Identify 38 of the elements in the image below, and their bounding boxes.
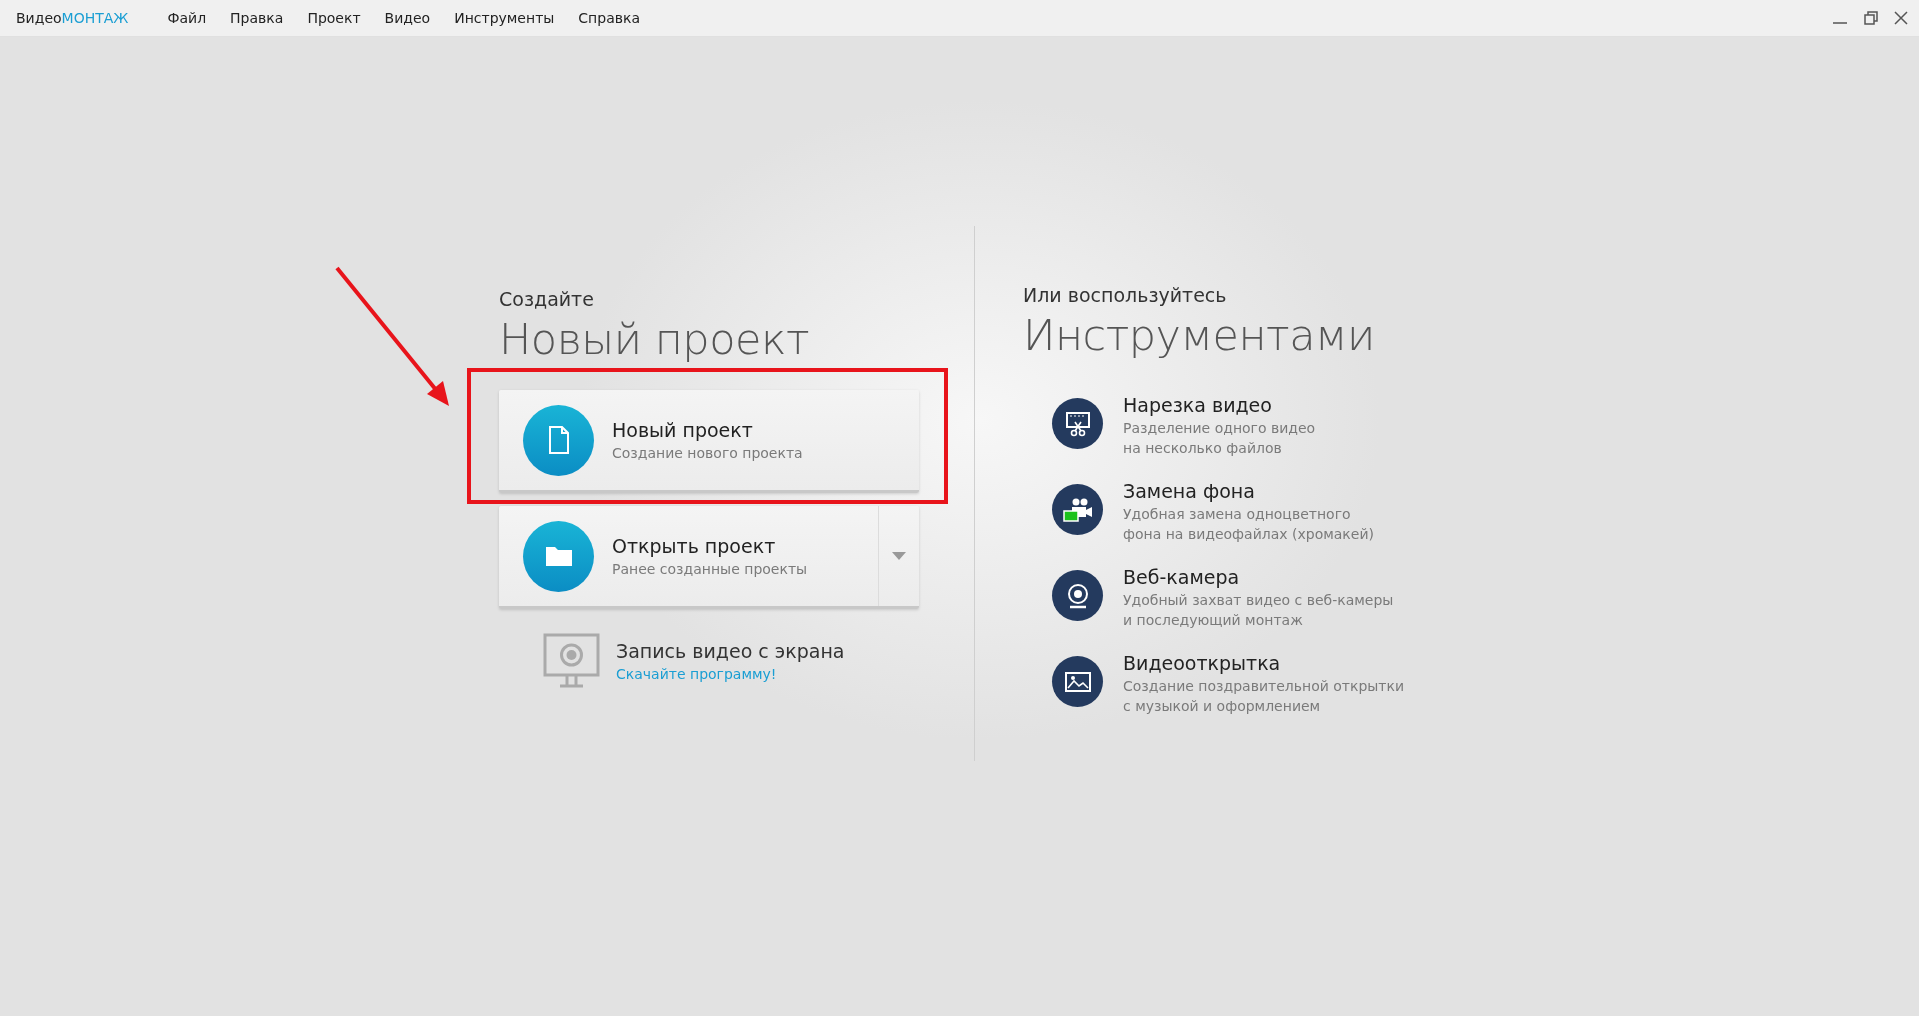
tool-description: Создание поздравительной открытки — [1123, 677, 1405, 696]
tool-description: с музыкой и оформлением — [1123, 697, 1322, 716]
tool-title[interactable]: Веб-камера — [1123, 566, 1394, 588]
tool-button[interactable] — [1052, 398, 1103, 449]
menu-item[interactable]: Правка — [219, 6, 295, 30]
picture-icon — [1064, 671, 1091, 692]
section-title: Новый проект — [499, 314, 811, 364]
tool-description: Удобная замена одноцветного — [1123, 505, 1352, 524]
webcam-icon — [1065, 582, 1090, 609]
restore-icon[interactable] — [1863, 10, 1879, 26]
tool-button[interactable] — [1052, 656, 1103, 707]
app-logo: ВидеоМОНТАЖ — [16, 10, 129, 26]
section-title: Инструментами — [1023, 310, 1376, 360]
tool-description: на несколько файлов — [1123, 439, 1283, 458]
video-camera-icon — [1062, 496, 1093, 523]
menu-item[interactable]: Проект — [296, 6, 372, 30]
tool-description: Разделение одного видео — [1123, 419, 1316, 438]
menu-item[interactable]: Видео — [373, 6, 442, 30]
tool-description: Удобный захват видео с веб-камеры — [1123, 591, 1394, 610]
tool-description: фона на видеофайлах (хромакей) — [1123, 525, 1374, 544]
open-project-button[interactable]: Открыть проект Ранее созданные проекты — [499, 506, 919, 609]
tool-title[interactable]: Нарезка видео — [1123, 394, 1316, 416]
tool-description: и последующий монтаж — [1123, 611, 1304, 630]
menu-item[interactable]: Файл — [156, 6, 218, 30]
tool-title[interactable]: Видеооткрытка — [1123, 652, 1405, 674]
folder-icon — [544, 545, 573, 567]
close-icon[interactable] — [1893, 10, 1909, 26]
section-eyebrow: Или воспользуйтесь — [1023, 284, 1228, 306]
document-icon — [547, 426, 570, 454]
screen-record-title[interactable]: Запись видео с экрана — [616, 639, 845, 662]
film-scissors-icon — [1064, 410, 1091, 437]
menu-item[interactable]: Справка — [567, 6, 652, 30]
new-project-button[interactable]: Новый проект Создание нового проекта — [499, 390, 919, 493]
section-eyebrow: Создайте — [499, 288, 595, 310]
tool-button[interactable] — [1052, 570, 1103, 621]
tool-button[interactable] — [1052, 484, 1103, 535]
tool-title[interactable]: Замена фона — [1123, 480, 1374, 502]
menu-item[interactable]: Инструменты — [443, 6, 566, 30]
